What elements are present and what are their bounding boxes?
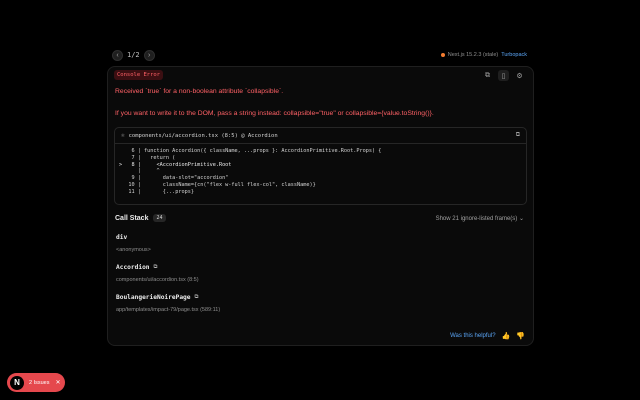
code-snippet: 6 | function Accordion({ className, ...p… [115, 144, 526, 196]
close-icon[interactable]: ✕ [55, 379, 60, 386]
open-in-editor-icon[interactable]: ⧉ [195, 294, 199, 301]
thumbs-down-icon[interactable]: 👎 [516, 332, 525, 340]
chevron-right-icon[interactable]: › [143, 49, 155, 61]
error-hint: If you want to write it to the DOM, pass… [115, 110, 434, 117]
call-stack-title: Call Stack [115, 214, 149, 222]
thumbs-up-icon[interactable]: 👍 [502, 332, 511, 340]
code-frame-header: ⚛ components/ui/accordion.tsx (8:5) @ Ac… [115, 128, 526, 144]
file-icon: ⚛ [121, 132, 125, 139]
error-overlay-nav: ‹ 1/2 › Next.js 15.2.3 (stale) Turbopack [108, 44, 533, 70]
gear-icon[interactable]: ⚙ [514, 70, 525, 81]
stack-frame-location: components/ui/accordion.tsx (8:5) [116, 277, 199, 283]
call-stack-count: 24 [153, 214, 166, 222]
code-file-link[interactable]: ⚛ components/ui/accordion.tsx (8:5) @ Ac… [121, 132, 278, 139]
call-stack-header: Call Stack 24 [115, 214, 166, 222]
stack-frame-name[interactable]: BoulangerieNoirePage [116, 294, 191, 301]
nextjs-version[interactable]: Next.js 15.2.3 (stale) Turbopack [440, 52, 527, 58]
code-line-highlighted: > 8 | <AccordionPrimitive.Root [119, 161, 232, 168]
nextjs-logo-icon: N [10, 375, 24, 390]
copy-icon[interactable]: ⧉ [482, 70, 493, 81]
stack-frame: div <anonymous> [116, 234, 151, 253]
bundler-label: Turbopack [501, 52, 527, 58]
open-in-editor-icon[interactable]: ⧉ [516, 132, 520, 139]
stale-status-icon [440, 53, 445, 57]
pager-count: 1/2 [127, 51, 140, 59]
stack-frame: BoulangerieNoirePage ⧉ app/templates/imp… [116, 294, 220, 313]
code-line: 6 | function Accordion({ className, ...p… [119, 148, 382, 154]
code-line: 11 | {...props} [119, 188, 194, 195]
issues-count: 2 Issues [29, 379, 50, 386]
show-ignored-frames-button[interactable]: Show 21 ignore-listed frame(s) ⌄ [436, 215, 524, 222]
error-pager: ‹ 1/2 › [112, 49, 155, 61]
book-icon[interactable]: ▯ [498, 70, 509, 81]
dialog-toolbar: ⧉ ▯ ⚙ [482, 70, 525, 81]
error-message: Received `true` for a non-boolean attrib… [115, 88, 284, 95]
chevron-left-icon[interactable]: ‹ [112, 49, 123, 61]
feedback-prompt: Was this helpful? [450, 333, 496, 339]
feedback-bar: Was this helpful? 👍 👎 [108, 327, 533, 345]
stack-frame-location: <anonymous> [116, 247, 151, 253]
code-line: 10 | className={cn("flex w-full flex-col… [119, 181, 316, 188]
version-label: Next.js 15.2.3 (stale) [447, 52, 499, 58]
stack-frame-name[interactable]: Accordion [116, 264, 150, 271]
stack-frame-name: div [116, 234, 128, 241]
open-in-editor-icon[interactable]: ⧉ [154, 264, 158, 271]
stack-frame-location: app/templates/impact-79/page.tsx (589:11… [116, 307, 221, 313]
code-frame: ⚛ components/ui/accordion.tsx (8:5) @ Ac… [114, 127, 527, 205]
error-dialog: Console Error ⧉ ▯ ⚙ Received `true` for … [107, 66, 534, 346]
code-file-path: components/ui/accordion.tsx (8:5) @ Acco… [128, 132, 278, 139]
stack-frame: Accordion ⧉ components/ui/accordion.tsx … [116, 264, 199, 283]
issues-badge[interactable]: N 2 Issues ✕ [7, 373, 65, 392]
code-line: 7 | return ( [119, 154, 176, 161]
code-line: 9 | data-slot="accordion" [119, 175, 229, 182]
code-line-caret: | ^ [119, 168, 160, 175]
error-type-badge: Console Error [114, 70, 164, 80]
